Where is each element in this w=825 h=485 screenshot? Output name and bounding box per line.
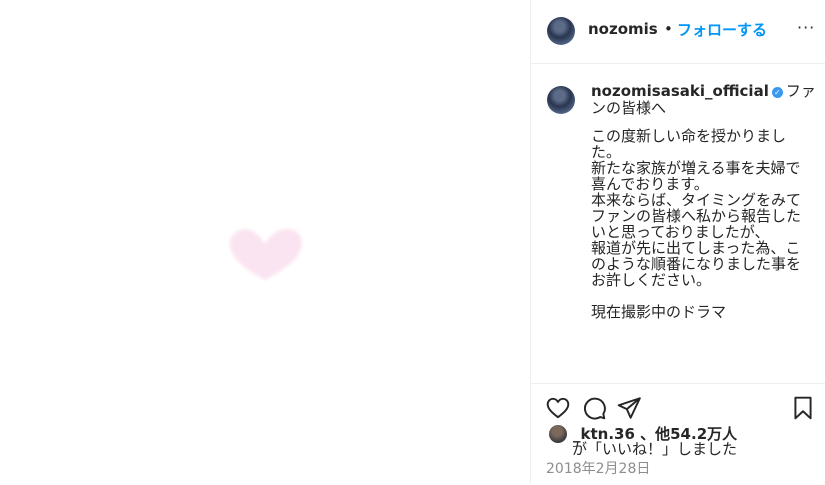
header-username[interactable]: nozomis: [588, 20, 658, 38]
caption-text: この度新しい命を授かりました。 新たな家族が増える事を夫婦で 喜んでおります。 …: [591, 127, 802, 321]
heart-image: [229, 228, 302, 280]
likes-suffix: が「いいね！」しました: [572, 440, 738, 458]
post-media[interactable]: [0, 0, 530, 484]
post-header: nozomis • フォローする ···: [531, 0, 825, 64]
post-date[interactable]: 2018年2月28日: [546, 458, 650, 478]
follow-button[interactable]: フォローする: [677, 19, 767, 40]
liker-avatar: [549, 425, 567, 443]
more-options-icon[interactable]: ···: [797, 18, 815, 37]
separator-dot: •: [664, 20, 673, 38]
post-actions: _ktn.36 、他54.2万人 が「いいね！」しました 2018年2月28日: [531, 383, 825, 485]
comments-section[interactable]: nozomisasaki_official ✓ ファンの皆様へ この度新しい命を授か…: [531, 64, 825, 382]
caption-username[interactable]: nozomisasaki_official: [591, 82, 769, 100]
avatar[interactable]: [547, 17, 575, 45]
post-side-panel: nozomis • フォローする ··· nozomisasaki_offici…: [530, 0, 825, 484]
comment-icon[interactable]: [581, 395, 607, 421]
caption-header: nozomisasaki_official ✓ ファンの皆様へ: [591, 83, 823, 117]
heart-outline-icon[interactable]: [545, 395, 571, 421]
bookmark-icon[interactable]: [790, 395, 816, 421]
verified-badge-icon: ✓: [771, 87, 783, 98]
paper-plane-icon[interactable]: [616, 395, 642, 421]
caption-avatar[interactable]: [547, 86, 575, 114]
